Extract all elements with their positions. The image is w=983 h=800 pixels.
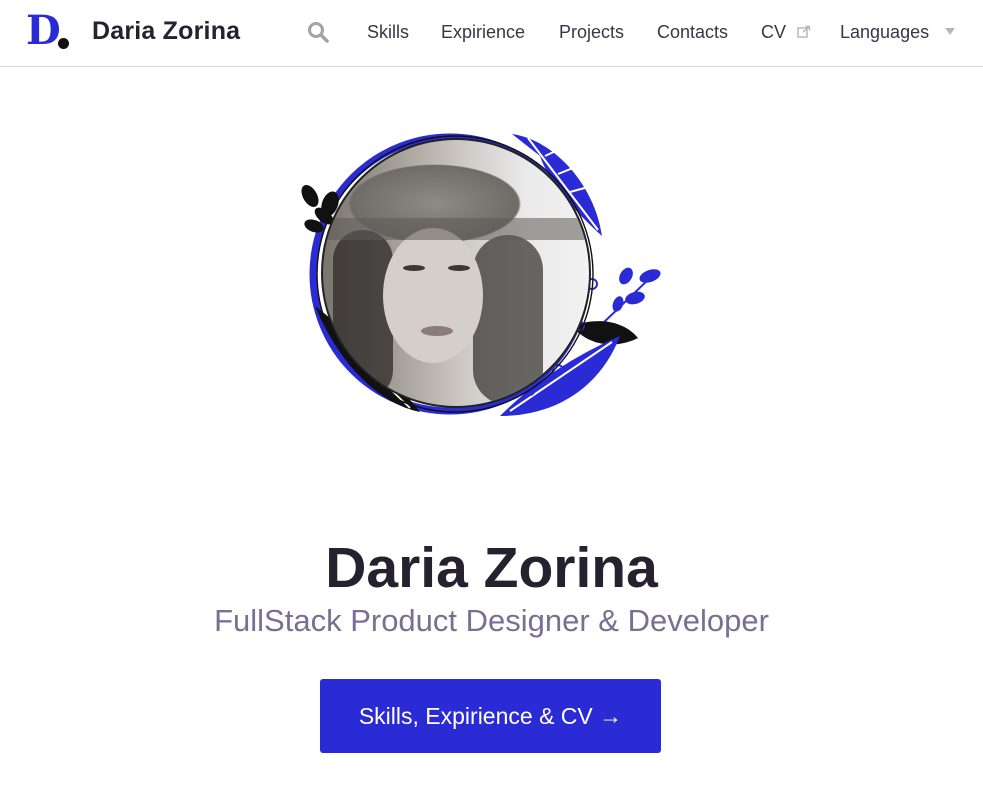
blue-sprig-right (612, 267, 661, 312)
profile-photo (321, 138, 591, 408)
nav-cv-label: CV (761, 22, 787, 42)
logo-dot-icon (58, 38, 69, 49)
photo-eye (403, 265, 425, 271)
nav-projects[interactable]: Projects (559, 19, 624, 45)
photo-lips (421, 326, 453, 336)
photo-hat (323, 218, 589, 240)
hero-name: Daria Zorina (325, 536, 658, 601)
nav-cv[interactable]: CV (761, 19, 811, 46)
top-navbar: D Daria Zorina Skills Expirience Project… (0, 0, 983, 67)
brand-name[interactable]: Daria Zorina (92, 15, 240, 47)
logo[interactable]: D (26, 7, 70, 54)
nav-languages[interactable]: Languages (840, 19, 929, 45)
nav-contacts[interactable]: Contacts (657, 19, 728, 45)
hero-subtitle: FullStack Product Designer & Developer (214, 603, 769, 638)
photo-hair-left (333, 230, 393, 400)
photo-hair-right (473, 235, 543, 405)
caret-down-icon[interactable] (945, 28, 955, 35)
external-link-icon (797, 20, 811, 46)
skills-cv-button[interactable]: Skills, Expirience & CV → (320, 679, 661, 753)
photo-eye (448, 265, 470, 271)
search-icon[interactable] (306, 20, 330, 44)
logo-letter: D (26, 7, 61, 54)
nav-skills[interactable]: Skills (367, 19, 409, 45)
photo-face (383, 228, 483, 363)
nav-expirience[interactable]: Expirience (441, 19, 525, 45)
